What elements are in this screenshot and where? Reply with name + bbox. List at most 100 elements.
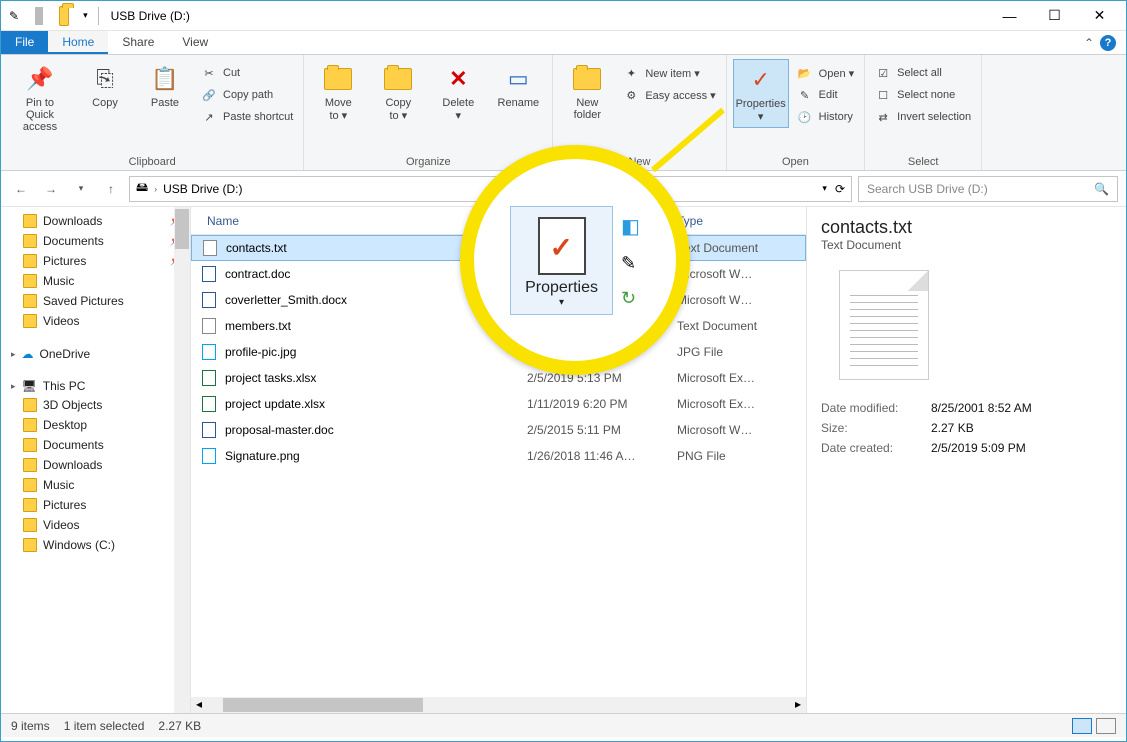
paste-icon: 📋: [149, 63, 181, 95]
file-row[interactable]: Signature.png1/26/2018 11:46 A…PNG File: [191, 443, 806, 469]
sidebar-item-downloads[interactable]: Downloads: [1, 455, 190, 475]
details-pane: contacts.txt Text Document Date modified…: [806, 207, 1126, 713]
forward-button[interactable]: →: [39, 177, 63, 201]
file-type-icon: [201, 448, 217, 464]
invert-icon: ⇄: [875, 109, 891, 125]
folder-icon: [23, 418, 37, 432]
navpane-scrollbar[interactable]: [174, 207, 190, 713]
qat-folder-icon[interactable]: [55, 7, 73, 25]
sidebar-item-pictures[interactable]: Pictures: [1, 495, 190, 515]
rename-icon: ▭: [502, 63, 534, 95]
folder-arrow-icon: [322, 63, 354, 95]
window-title: USB Drive (D:): [111, 9, 190, 23]
folder-icon: [23, 398, 37, 412]
folder-icon: [23, 538, 37, 552]
file-type: Microsoft W…: [677, 423, 797, 437]
move-to-button[interactable]: Move to ▾: [310, 59, 366, 126]
tab-file[interactable]: File: [1, 31, 48, 54]
file-type-icon: [202, 240, 218, 256]
horizontal-scrollbar[interactable]: ◂▸: [191, 697, 806, 713]
file-row[interactable]: proposal-master.doc2/5/2015 5:11 PMMicro…: [191, 417, 806, 443]
sidebar-item-videos[interactable]: Videos: [1, 515, 190, 535]
edit-button[interactable]: ✎Edit: [793, 85, 859, 105]
navigation-pane[interactable]: Downloads📌Documents📌Pictures📌MusicSaved …: [1, 207, 191, 713]
tab-home[interactable]: Home: [48, 31, 108, 54]
file-type: JPG File: [677, 345, 797, 359]
search-input[interactable]: Search USB Drive (D:) 🔍: [858, 176, 1118, 202]
refresh-button[interactable]: ⟳: [835, 182, 845, 196]
ribbon-collapse-icon[interactable]: ⌃: [1084, 36, 1094, 50]
sidebar-item-music[interactable]: Music: [1, 271, 190, 291]
new-folder-button[interactable]: New folder: [559, 59, 615, 125]
sidebar-item-pictures[interactable]: Pictures📌: [1, 251, 190, 271]
view-details-button[interactable]: [1072, 718, 1092, 734]
sidebar-item-3d-objects[interactable]: 3D Objects: [1, 395, 190, 415]
maximize-button[interactable]: ☐: [1032, 1, 1077, 31]
breadcrumb[interactable]: USB Drive (D:): [163, 182, 242, 196]
qat-dropdown-icon[interactable]: ▾: [79, 8, 92, 23]
sidebar-item-videos[interactable]: Videos: [1, 311, 190, 331]
folder-icon: [23, 478, 37, 492]
sidebar-item-music[interactable]: Music: [1, 475, 190, 495]
invert-selection-button[interactable]: ⇄Invert selection: [871, 107, 975, 127]
pin-to-quick-access-button[interactable]: 📌Pin to Quick access: [7, 59, 73, 137]
open-button[interactable]: 📂Open ▾: [793, 63, 859, 83]
file-type-icon: [201, 292, 217, 308]
qat-icon-1[interactable]: ✎: [5, 7, 23, 25]
file-type-icon: [201, 266, 217, 282]
minimize-button[interactable]: —: [987, 1, 1032, 31]
sidebar-item-documents[interactable]: Documents: [1, 435, 190, 455]
copy-to-button[interactable]: Copy to ▾: [370, 59, 426, 126]
easy-access-button[interactable]: ⚙Easy access ▾: [619, 85, 719, 105]
status-bar: 9 items 1 item selected 2.27 KB: [1, 713, 1126, 737]
file-name: profile-pic.jpg: [225, 345, 527, 359]
select-all-button[interactable]: ☑Select all: [871, 63, 975, 83]
paste-button[interactable]: 📋Paste: [137, 59, 193, 113]
group-select-label: Select: [871, 154, 975, 168]
sidebar-item-saved-pictures[interactable]: Saved Pictures: [1, 291, 190, 311]
sidebar-item-windows-c-[interactable]: Windows (C:): [1, 535, 190, 555]
search-icon: 🔍: [1094, 182, 1109, 196]
file-date: 1/11/2019 6:20 PM: [527, 397, 677, 411]
file-row[interactable]: project tasks.xlsx2/5/2019 5:13 PMMicros…: [191, 365, 806, 391]
tab-view[interactable]: View: [168, 31, 222, 54]
tab-share[interactable]: Share: [108, 31, 168, 54]
column-type[interactable]: Type: [671, 214, 791, 228]
copy-button[interactable]: ⎘Copy: [77, 59, 133, 113]
status-item-count: 9 items: [11, 719, 50, 733]
address-dropdown-icon[interactable]: ▾: [822, 183, 827, 194]
close-button[interactable]: ✕: [1077, 1, 1122, 31]
file-row[interactable]: project update.xlsx1/11/2019 6:20 PMMicr…: [191, 391, 806, 417]
up-button[interactable]: ↑: [99, 177, 123, 201]
x-icon: ✕: [442, 63, 474, 95]
sidebar-item-desktop[interactable]: Desktop: [1, 415, 190, 435]
sidebar-item-onedrive[interactable]: ☁OneDrive: [1, 341, 190, 363]
view-thumbnails-button[interactable]: [1096, 718, 1116, 734]
recent-locations-button[interactable]: ▾: [69, 177, 93, 201]
group-open-label: Open: [733, 154, 859, 168]
help-icon[interactable]: ?: [1100, 35, 1116, 51]
cut-button[interactable]: ✂Cut: [197, 63, 297, 83]
copy-path-button[interactable]: 🔗Copy path: [197, 85, 297, 105]
select-none-button[interactable]: ☐Select none: [871, 85, 975, 105]
properties-button[interactable]: ✓Properties ▾: [733, 59, 789, 128]
history-button[interactable]: 🕑History: [793, 107, 859, 127]
back-button[interactable]: ←: [9, 177, 33, 201]
scissors-icon: ✂: [201, 65, 217, 81]
sidebar-item-documents[interactable]: Documents📌: [1, 231, 190, 251]
history-icon: 🕑: [797, 109, 813, 125]
rename-button[interactable]: ▭Rename: [490, 59, 546, 113]
sidebar-item-thispc[interactable]: 🖥This PC: [1, 373, 190, 395]
path-icon: 🔗: [201, 87, 217, 103]
paste-shortcut-button[interactable]: ↗Paste shortcut: [197, 107, 297, 127]
file-name: project update.xlsx: [225, 397, 527, 411]
delete-button[interactable]: ✕Delete ▾: [430, 59, 486, 126]
folder-icon: [23, 518, 37, 532]
folder-icon: [23, 458, 37, 472]
sidebar-item-downloads[interactable]: Downloads📌: [1, 211, 190, 231]
file-type: Text Document: [678, 241, 798, 255]
file-type-icon: [201, 422, 217, 438]
file-name: project tasks.xlsx: [225, 371, 527, 385]
callout-dropdown-icon: ▾: [559, 297, 564, 308]
new-item-button[interactable]: ✦New item ▾: [619, 63, 719, 83]
